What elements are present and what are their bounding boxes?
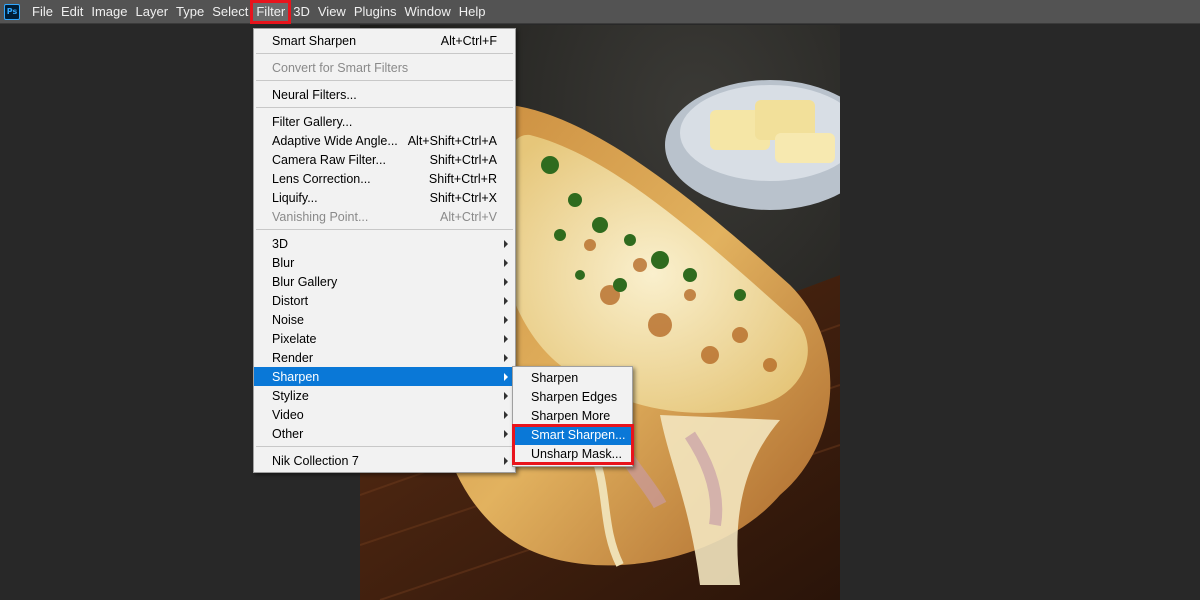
- menu-item-label: Filter Gallery...: [272, 114, 353, 129]
- menu-item-filter-gallery[interactable]: Filter Gallery...: [254, 112, 515, 131]
- menu-item-smart-sharpen[interactable]: Smart Sharpen Alt+Ctrl+F: [254, 31, 515, 50]
- menu-separator: [256, 229, 513, 230]
- submenu-item-smart-sharpen[interactable]: Smart Sharpen...: [513, 426, 632, 445]
- submenu-arrow-icon: [504, 354, 508, 362]
- menu-item-blur[interactable]: Blur: [254, 253, 515, 272]
- menu-item-convert-for-smart-filters: Convert for Smart Filters: [254, 58, 515, 77]
- submenu-arrow-icon: [504, 259, 508, 267]
- menu-item-label: Stylize: [272, 388, 309, 403]
- menu-type[interactable]: Type: [172, 2, 208, 22]
- menu-select[interactable]: Select: [208, 2, 252, 22]
- menu-item-label: Nik Collection 7: [272, 453, 359, 468]
- menu-item-liquify[interactable]: Liquify... Shift+Ctrl+X: [254, 188, 515, 207]
- menu-item-stylize[interactable]: Stylize: [254, 386, 515, 405]
- menu-item-noise[interactable]: Noise: [254, 310, 515, 329]
- menu-help[interactable]: Help: [455, 2, 490, 22]
- menu-item-label: Other: [272, 426, 304, 441]
- menu-separator: [256, 53, 513, 54]
- submenu-arrow-icon: [504, 297, 508, 305]
- menu-item-render[interactable]: Render: [254, 348, 515, 367]
- menu-item-label: Distort: [272, 293, 309, 308]
- menu-item-distort[interactable]: Distort: [254, 291, 515, 310]
- menu-item-label: Convert for Smart Filters: [272, 60, 409, 75]
- menu-file[interactable]: File: [28, 2, 57, 22]
- submenu-item-sharpen[interactable]: Sharpen: [513, 369, 632, 388]
- menu-item-label: Pixelate: [272, 331, 317, 346]
- submenu-item-sharpen-edges[interactable]: Sharpen Edges: [513, 388, 632, 407]
- menu-item-nik-collection-7[interactable]: Nik Collection 7: [254, 451, 515, 470]
- menu-item-shortcut: Alt+Shift+Ctrl+A: [407, 133, 497, 148]
- menu-item-label: 3D: [272, 236, 288, 251]
- menu-edit[interactable]: Edit: [57, 2, 87, 22]
- menu-item-camera-raw-filter[interactable]: Camera Raw Filter... Shift+Ctrl+A: [254, 150, 515, 169]
- menu-item-shortcut: Alt+Ctrl+V: [440, 209, 497, 224]
- menu-filter[interactable]: Filter: [250, 0, 292, 24]
- menu-item-label: Blur Gallery: [272, 274, 338, 289]
- menu-item-label: Noise: [272, 312, 304, 327]
- submenu-arrow-icon: [504, 316, 508, 324]
- submenu-item-sharpen-more[interactable]: Sharpen More: [513, 407, 632, 426]
- filter-menu: Smart Sharpen Alt+Ctrl+F Convert for Smart…: [253, 28, 516, 473]
- menu-item-shortcut: Alt+Ctrl+F: [440, 33, 497, 48]
- menu-item-vanishing-point: Vanishing Point... Alt+Ctrl+V: [254, 207, 515, 226]
- menu-item-label: Video: [272, 407, 304, 422]
- submenu-arrow-icon: [504, 240, 508, 248]
- submenu-item-unsharp-mask[interactable]: Unsharp Mask...: [513, 445, 632, 464]
- menu-item-label: Vanishing Point...: [272, 209, 369, 224]
- menu-item-shortcut: Shift+Ctrl+R: [428, 171, 497, 186]
- menu-view[interactable]: View: [314, 2, 350, 22]
- menu-item-adaptive-wide-angle[interactable]: Adaptive Wide Angle... Alt+Shift+Ctrl+A: [254, 131, 515, 150]
- menu-3d[interactable]: 3D: [289, 2, 314, 22]
- submenu-arrow-icon: [504, 278, 508, 286]
- menu-item-blur-gallery[interactable]: Blur Gallery: [254, 272, 515, 291]
- menu-item-label: Sharpen: [272, 369, 320, 384]
- submenu-arrow-icon: [504, 335, 508, 343]
- menu-item-label: Lens Correction...: [272, 171, 371, 186]
- menu-separator: [256, 107, 513, 108]
- sharpen-submenu: Sharpen Sharpen Edges Sharpen More Smart Sh…: [512, 366, 633, 467]
- submenu-arrow-icon: [504, 392, 508, 400]
- menu-separator: [256, 80, 513, 81]
- menu-bar-items: File Edit Image Layer Type Select Filter 3D View…: [28, 0, 489, 24]
- menu-plugins[interactable]: Plugins: [350, 2, 401, 22]
- menu-item-label: Camera Raw Filter...: [272, 152, 386, 167]
- menu-item-label: Liquify...: [272, 190, 318, 205]
- submenu-arrow-icon: [504, 411, 508, 419]
- menu-item-label: Adaptive Wide Angle...: [272, 133, 398, 148]
- menu-item-neural-filters[interactable]: Neural Filters...: [254, 85, 515, 104]
- menu-bar: Ps File Edit Image Layer Type Select Filter 3D V…: [0, 0, 1200, 24]
- menu-item-label: Render: [272, 350, 313, 365]
- menu-item-label: Neural Filters...: [272, 87, 357, 102]
- menu-image[interactable]: Image: [87, 2, 131, 22]
- submenu-arrow-icon: [504, 430, 508, 438]
- menu-item-shortcut: Shift+Ctrl+X: [429, 190, 497, 205]
- submenu-arrow-icon: [504, 373, 508, 381]
- menu-window[interactable]: Window: [400, 2, 454, 22]
- submenu-arrow-icon: [504, 457, 508, 465]
- menu-item-other[interactable]: Other: [254, 424, 515, 443]
- menu-item-label: Smart Sharpen: [272, 33, 357, 48]
- menu-item-pixelate[interactable]: Pixelate: [254, 329, 515, 348]
- menu-layer[interactable]: Layer: [132, 2, 173, 22]
- menu-item-sharpen[interactable]: Sharpen: [254, 367, 515, 386]
- menu-item-3d[interactable]: 3D: [254, 234, 515, 253]
- menu-item-shortcut: Shift+Ctrl+A: [429, 152, 497, 167]
- photoshop-logo-icon: Ps: [4, 3, 20, 20]
- menu-item-video[interactable]: Video: [254, 405, 515, 424]
- menu-item-label: Blur: [272, 255, 295, 270]
- menu-item-lens-correction[interactable]: Lens Correction... Shift+Ctrl+R: [254, 169, 515, 188]
- menu-separator: [256, 446, 513, 447]
